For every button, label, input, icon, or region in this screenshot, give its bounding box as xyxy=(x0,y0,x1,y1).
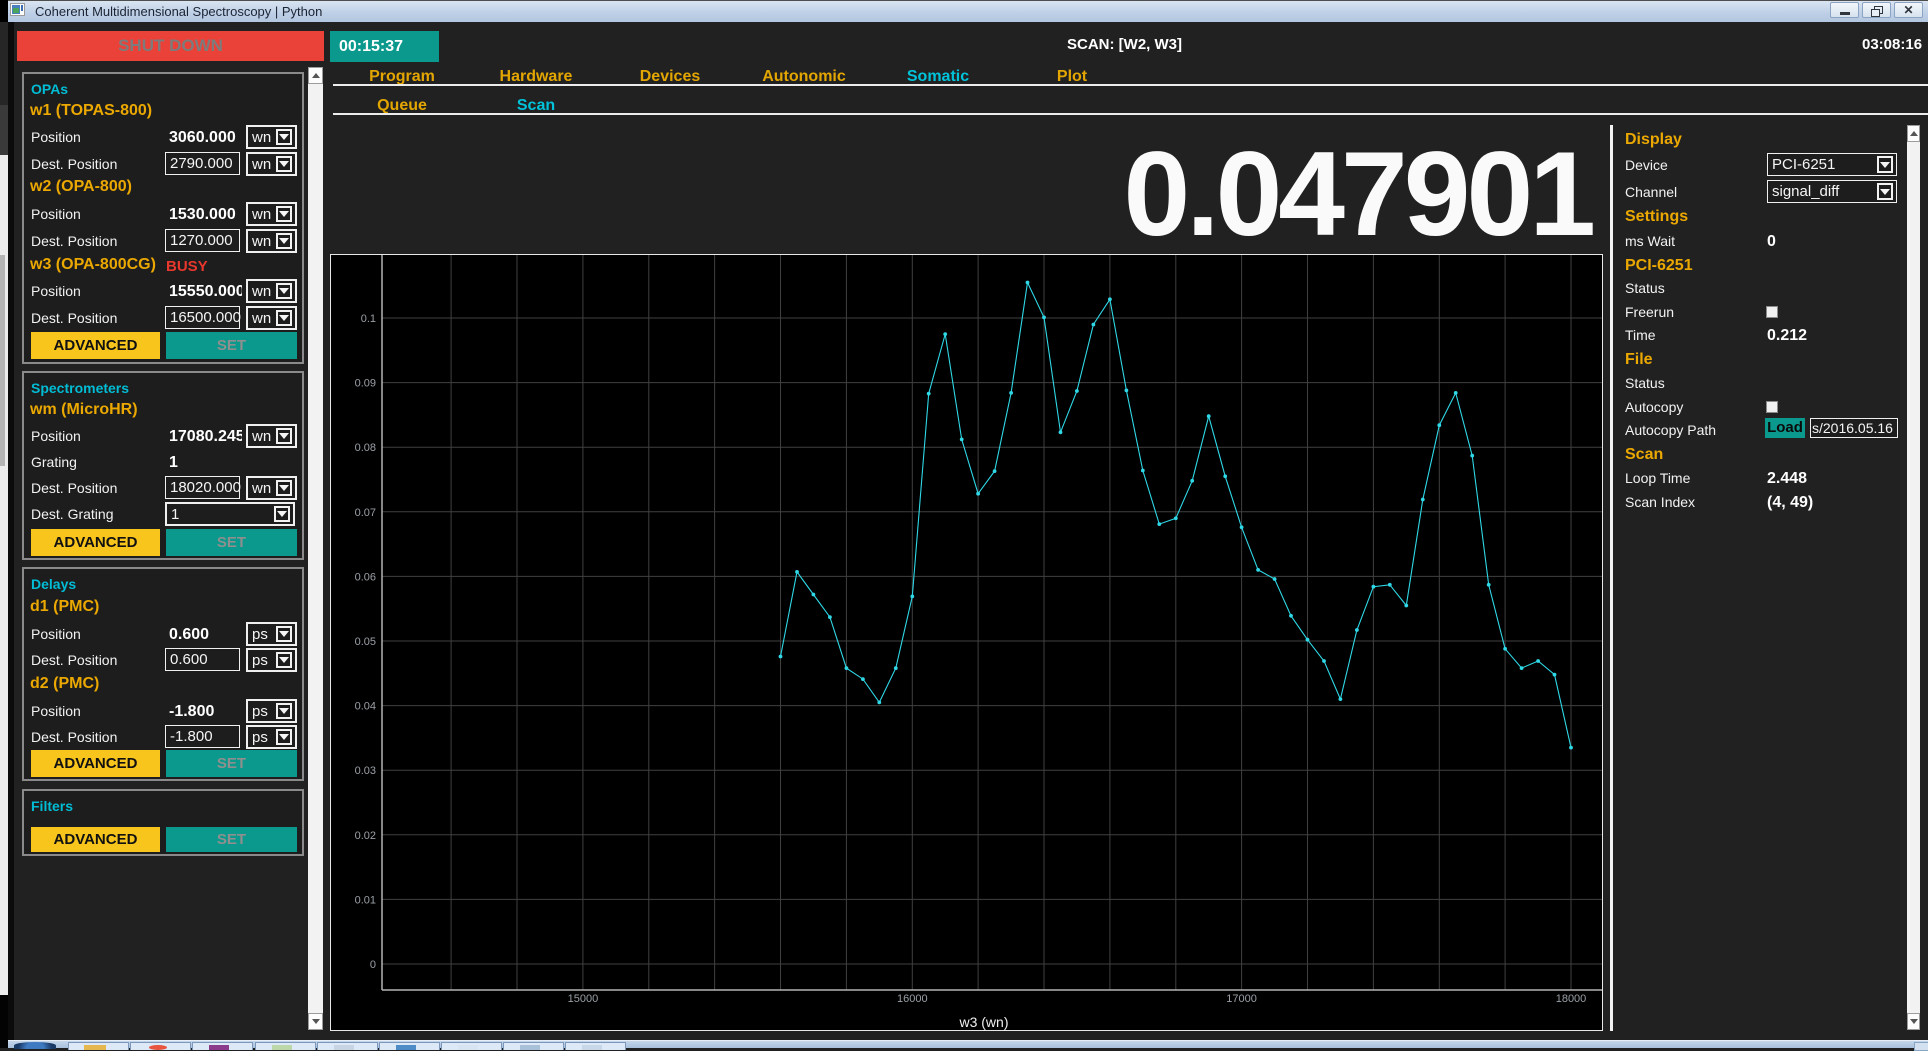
svg-text:0.09: 0.09 xyxy=(355,378,376,390)
svg-text:0.03: 0.03 xyxy=(355,765,376,777)
svg-text:0.06: 0.06 xyxy=(355,571,376,583)
svg-text:0.1: 0.1 xyxy=(361,313,376,325)
svg-text:0: 0 xyxy=(370,959,376,971)
svg-text:0.04: 0.04 xyxy=(355,701,376,713)
svg-text:17000: 17000 xyxy=(1226,993,1257,1005)
svg-text:18000: 18000 xyxy=(1556,993,1587,1005)
svg-text:0.01: 0.01 xyxy=(355,894,376,906)
svg-text:0.08: 0.08 xyxy=(355,442,376,454)
svg-text:w3 (wn): w3 (wn) xyxy=(958,1014,1008,1030)
svg-text:16000: 16000 xyxy=(897,993,928,1005)
svg-text:0.07: 0.07 xyxy=(355,507,376,519)
svg-text:0.05: 0.05 xyxy=(355,636,376,648)
svg-text:0.02: 0.02 xyxy=(355,830,376,842)
svg-text:15000: 15000 xyxy=(568,993,599,1005)
